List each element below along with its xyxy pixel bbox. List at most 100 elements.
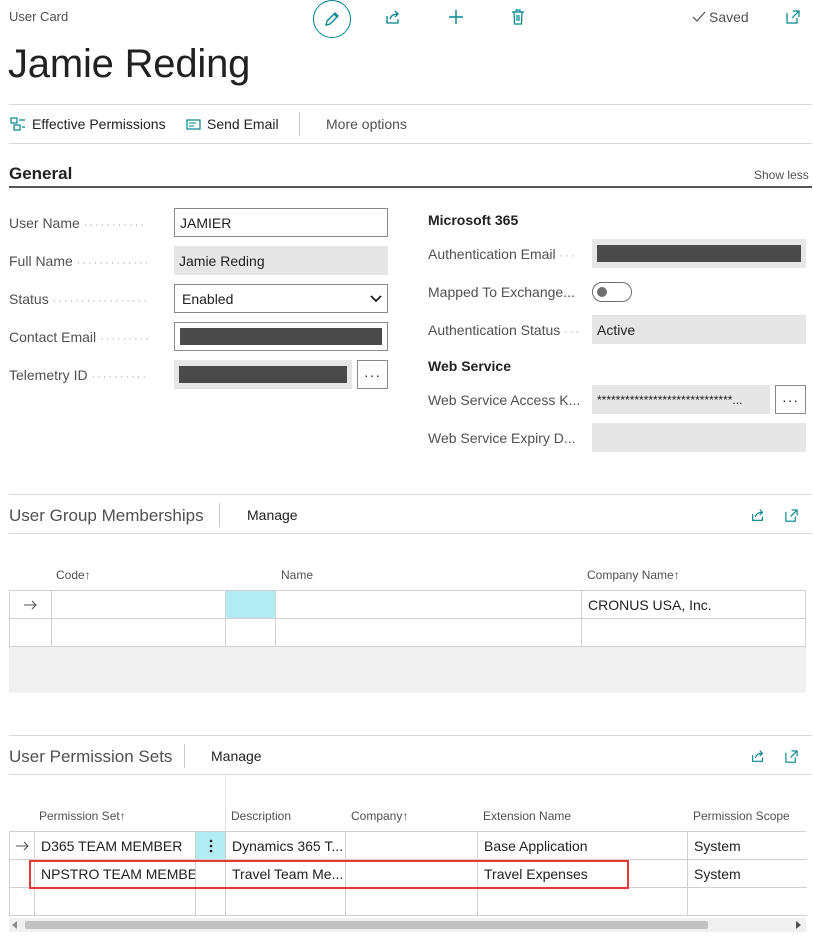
page-type-label: User Card — [9, 9, 69, 24]
column-header-name[interactable]: Name — [281, 568, 313, 582]
grid-cell-name[interactable] — [276, 591, 582, 619]
effective-permissions-label: Effective Permissions — [32, 116, 166, 132]
user-name-label: User Name ··········· — [9, 215, 146, 231]
effective-permissions-action[interactable]: Effective Permissions — [10, 116, 166, 132]
row-indicator[interactable] — [10, 888, 35, 916]
permission-share-button[interactable] — [748, 746, 768, 766]
contact-email-input[interactable] — [174, 322, 388, 351]
ws-expiry-value — [592, 423, 806, 452]
arrow-right-icon — [15, 841, 29, 850]
share-icon — [386, 10, 399, 24]
send-email-action[interactable]: Send Email — [186, 116, 279, 132]
arrow-right-icon — [24, 600, 37, 609]
row-actions-cell[interactable] — [196, 888, 226, 916]
divider — [9, 774, 812, 775]
group-share-button[interactable] — [748, 505, 768, 525]
group-expand-button[interactable] — [781, 505, 801, 525]
plus-icon — [449, 10, 463, 24]
column-header-description[interactable]: Description — [231, 809, 291, 823]
group-memberships-title: User Group Memberships — [9, 506, 204, 525]
column-header-code[interactable]: Code↑ — [56, 568, 91, 582]
grid-cell-permission-set[interactable] — [35, 888, 196, 916]
grid-cell-code[interactable] — [52, 591, 226, 619]
saved-label: Saved — [709, 9, 749, 25]
share-icon — [752, 750, 764, 762]
redacted-value — [597, 245, 801, 262]
grid-cell-scope[interactable]: System — [688, 860, 807, 888]
ws-access-key-assist-button[interactable]: ··· — [775, 385, 806, 414]
delete-button[interactable] — [508, 7, 528, 27]
highlight-annotation — [29, 860, 629, 889]
grid-cell-company[interactable] — [582, 619, 806, 647]
open-new-window-button[interactable] — [783, 7, 803, 27]
column-header-permission-scope[interactable]: Permission Scope — [693, 809, 790, 823]
new-button[interactable] — [446, 7, 466, 27]
column-header-company-name[interactable]: Company Name↑ — [587, 568, 680, 582]
share-button[interactable] — [383, 7, 403, 27]
scroll-right-icon[interactable] — [795, 921, 801, 929]
ws-access-key-value: *****************************... — [592, 385, 770, 414]
status-selected-value: Enabled — [182, 290, 234, 307]
microsoft-365-heading: Microsoft 365 — [428, 212, 519, 228]
grid-cell-company[interactable] — [346, 832, 478, 860]
pencil-icon — [325, 12, 339, 26]
grid-empty-area — [9, 647, 806, 693]
open-new-window-icon — [786, 10, 800, 24]
row-actions-button[interactable] — [196, 832, 226, 860]
column-header-company[interactable]: Company↑ — [351, 809, 408, 823]
title-separator — [219, 503, 220, 527]
grid-cell-permission-set[interactable]: D365 TEAM MEMBER — [35, 832, 196, 860]
grid-cell-extension[interactable]: Base Application — [478, 832, 688, 860]
telemetry-id-value — [174, 360, 352, 389]
grid-cell-scope[interactable]: System — [688, 832, 807, 860]
grid-cell-description[interactable] — [226, 888, 346, 916]
grid-cell-extension[interactable] — [478, 888, 688, 916]
page-title: Jamie Reding — [8, 42, 251, 86]
row-indicator[interactable] — [10, 832, 35, 860]
permission-expand-button[interactable] — [781, 746, 801, 766]
group-manage-button[interactable]: Manage — [247, 507, 298, 523]
expand-icon — [784, 508, 798, 522]
grid-cell-company[interactable] — [346, 888, 478, 916]
divider — [9, 735, 812, 736]
horizontal-scrollbar[interactable] — [9, 918, 806, 932]
user-name-input[interactable]: JAMIER — [174, 208, 388, 237]
auth-status-value: Active — [592, 315, 806, 344]
redacted-value — [179, 366, 347, 383]
full-name-label: Full Name ············· — [9, 253, 151, 269]
column-header-extension-name[interactable]: Extension Name — [483, 809, 571, 823]
column-header-permission-set[interactable]: Permission Set↑ — [39, 809, 126, 823]
grid-cell-company[interactable]: CRONUS USA, Inc. — [582, 591, 806, 619]
title-separator — [184, 744, 185, 768]
full-name-value: Jamie Reding — [174, 246, 388, 275]
telemetry-id-assist-button[interactable]: ··· — [357, 360, 388, 389]
grid-cell[interactable] — [226, 619, 276, 647]
checkmark-icon — [692, 11, 706, 22]
scrollbar-thumb[interactable] — [25, 921, 708, 929]
mapped-to-exchange-toggle[interactable] — [592, 282, 632, 302]
more-options-action[interactable]: More options — [326, 116, 407, 132]
expand-icon — [784, 749, 798, 763]
row-indicator[interactable] — [10, 591, 52, 619]
mapped-to-exchange-label: Mapped To Exchange... — [428, 284, 575, 300]
grid-cell-description[interactable]: Dynamics 365 T... — [226, 832, 346, 860]
redacted-value — [180, 328, 382, 345]
auth-email-label: Authentication Email ··· — [428, 246, 577, 262]
general-section-title: General — [9, 164, 73, 183]
grid-cell-code[interactable] — [52, 619, 226, 647]
show-less-link[interactable]: Show less — [754, 168, 809, 182]
grid-cell-selected[interactable] — [226, 591, 276, 619]
row-indicator[interactable] — [10, 619, 52, 647]
auth-status-label: Authentication Status ··· — [428, 322, 582, 338]
grid-cell-scope[interactable] — [688, 888, 807, 916]
status-select[interactable]: Enabled — [174, 284, 388, 313]
saved-status: Saved — [692, 9, 749, 25]
grid-cell-name[interactable] — [276, 619, 582, 647]
email-icon — [186, 118, 201, 130]
edit-button[interactable] — [313, 0, 351, 38]
scroll-left-icon[interactable] — [12, 921, 18, 929]
auth-email-value — [592, 239, 806, 268]
action-separator — [299, 112, 300, 136]
permission-manage-button[interactable]: Manage — [211, 748, 262, 764]
ws-access-key-label: Web Service Access K... — [428, 392, 581, 408]
